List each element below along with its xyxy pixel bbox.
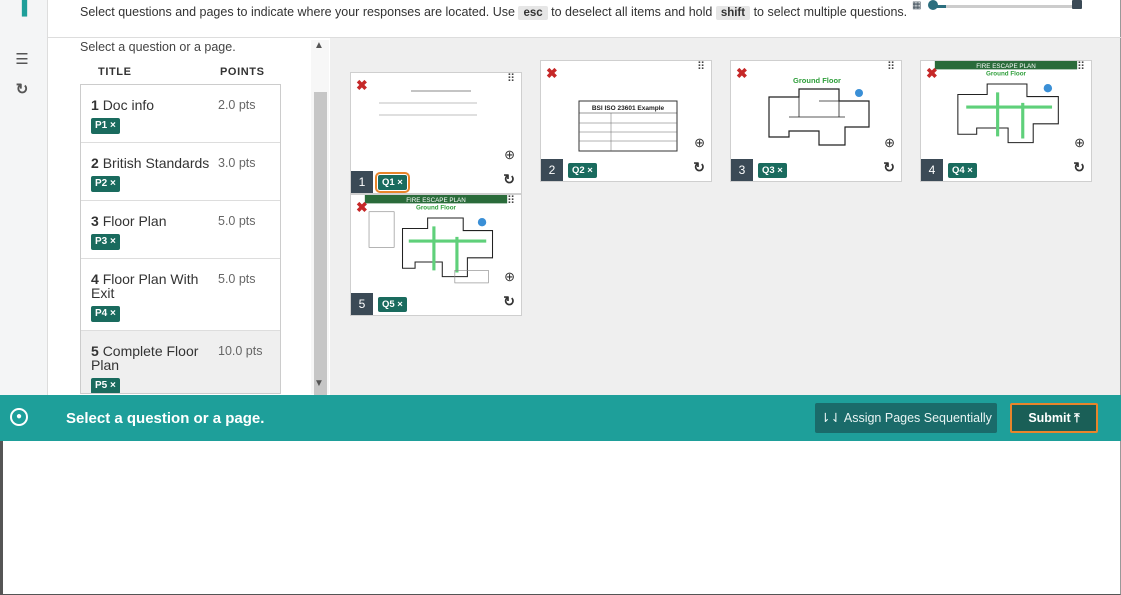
question-title: Complete Floor Plan bbox=[91, 343, 199, 373]
question-title: Floor Plan With Exit bbox=[91, 271, 199, 301]
drag-handle-icon[interactable]: ⠿ bbox=[1077, 62, 1086, 73]
question-tag[interactable]: Q4 × bbox=[948, 163, 977, 178]
page-number: 4 bbox=[921, 159, 943, 181]
page-card[interactable]: FIRE ESCAPE PLAN Ground Floor ✖ ⠿ ⊕ ↻ 4 … bbox=[920, 60, 1092, 182]
remove-page-icon[interactable]: ✖ bbox=[356, 199, 368, 216]
left-rail: ▐ ☰ ↻ bbox=[0, 0, 48, 395]
status-bar: ● Select a question or a page. ⇂⇃ Assign… bbox=[0, 395, 1121, 441]
scroll-down-icon[interactable]: ▼ bbox=[314, 378, 324, 389]
question-title: Doc info bbox=[102, 97, 155, 113]
rotate-icon[interactable]: ↻ bbox=[693, 159, 705, 176]
large-view-icon[interactable] bbox=[1072, 0, 1082, 9]
floor-plan-thumbnail: FIRE ESCAPE PLAN Ground Floor bbox=[364, 195, 508, 284]
zoom-in-icon[interactable]: ⊕ bbox=[694, 135, 705, 151]
floor-plan-thumbnail: Ground Floor bbox=[768, 76, 870, 146]
question-list: 1 Doc info 2.0 pts P1 × 2 British Standa… bbox=[80, 84, 281, 394]
page-number: 1 bbox=[351, 171, 373, 193]
plan-title: Ground Floor bbox=[986, 71, 1027, 78]
page-card[interactable]: BSI ISO 23601 Example ✖ ⠿ ⊕ ↻ 2 Q2 × bbox=[540, 60, 712, 182]
question-tag[interactable]: Q2 × bbox=[568, 163, 597, 178]
page-tag[interactable]: P3 × bbox=[91, 234, 120, 250]
remove-page-icon[interactable]: ✖ bbox=[546, 65, 558, 82]
remove-page-icon[interactable]: ✖ bbox=[736, 65, 748, 82]
question-item[interactable]: 1 Doc info 2.0 pts P1 × bbox=[81, 85, 280, 143]
rotate-icon[interactable]: ↻ bbox=[503, 171, 515, 188]
user-icon[interactable]: ● bbox=[10, 408, 28, 426]
question-points: 2.0 pts bbox=[218, 98, 256, 112]
question-item[interactable]: 2 British Standards 3.0 pts P2 × bbox=[81, 143, 280, 201]
drag-handle-icon[interactable]: ⠿ bbox=[507, 196, 516, 207]
question-points: 10.0 pts bbox=[218, 344, 263, 358]
zoom-in-icon[interactable]: ⊕ bbox=[884, 135, 895, 151]
page-number: 3 bbox=[731, 159, 753, 181]
page-card[interactable]: FIRE ESCAPE PLAN Ground Floor ✖ ⠿ ⊕ ↻ 5 … bbox=[350, 194, 522, 316]
page-tag[interactable]: P1 × bbox=[91, 118, 120, 134]
page-card[interactable]: Ground Floor ✖ ⠿ ⊕ ↻ 3 Q3 × bbox=[730, 60, 902, 182]
page-tag[interactable]: P2 × bbox=[91, 176, 120, 192]
page-number: 2 bbox=[541, 159, 563, 181]
zoom-slider[interactable]: ▦ bbox=[912, 0, 1082, 14]
plan-banner: FIRE ESCAPE PLAN bbox=[976, 63, 1036, 70]
zoom-in-icon[interactable]: ⊕ bbox=[504, 269, 515, 285]
question-points: 3.0 pts bbox=[218, 156, 256, 170]
plan-title: Ground Floor bbox=[793, 76, 841, 85]
status-message: Select a question or a page. bbox=[66, 410, 265, 427]
col-points: POINTS bbox=[220, 66, 265, 78]
question-item-selected[interactable]: 5 Complete Floor Plan 10.0 pts P5 × bbox=[81, 331, 280, 393]
zoom-knob[interactable] bbox=[928, 0, 938, 10]
drag-handle-icon[interactable]: ⠿ bbox=[507, 74, 516, 85]
question-item[interactable]: 4 Floor Plan With Exit 5.0 pts P4 × bbox=[81, 259, 280, 331]
question-points: 5.0 pts bbox=[218, 214, 256, 228]
question-tag[interactable]: Q5 × bbox=[378, 297, 407, 312]
remove-page-icon[interactable]: ✖ bbox=[356, 77, 368, 94]
page-thumbnail: BSI ISO 23601 Example bbox=[578, 100, 678, 152]
drag-handle-icon[interactable]: ⠿ bbox=[887, 62, 896, 73]
rotate-icon[interactable]: ↻ bbox=[883, 159, 895, 176]
plan-banner: FIRE ESCAPE PLAN bbox=[406, 197, 466, 204]
question-hint: Select a question or a page. bbox=[80, 40, 236, 54]
scroll-thumb[interactable] bbox=[314, 92, 327, 400]
question-scrollbar[interactable]: ▲ ▼ bbox=[311, 40, 329, 400]
question-item[interactable]: 3 Floor Plan 5.0 pts P3 × bbox=[81, 201, 280, 259]
zoom-track[interactable] bbox=[934, 5, 1079, 8]
rotate-icon[interactable]: ↻ bbox=[503, 293, 515, 310]
question-points: 5.0 pts bbox=[218, 272, 256, 286]
shift-key: shift bbox=[715, 6, 751, 20]
page-number: 5 bbox=[351, 293, 373, 315]
floor-plan-thumbnail: FIRE ESCAPE PLAN Ground Floor bbox=[934, 61, 1078, 144]
question-tag[interactable]: Q3 × bbox=[758, 163, 787, 178]
submit-button[interactable]: Submit ⤒ bbox=[1010, 403, 1098, 433]
doc-title: BSI ISO 23601 Example bbox=[592, 105, 665, 112]
grid-icon: ▦ bbox=[912, 0, 922, 11]
question-title: British Standards bbox=[102, 155, 210, 171]
col-title: TITLE bbox=[98, 66, 132, 78]
remove-page-icon[interactable]: ✖ bbox=[926, 65, 938, 82]
sort-icon: ⇂⇃ bbox=[820, 411, 842, 425]
page-card[interactable]: ✖ ⠿ ⊕ ↻ 1 Q1 × bbox=[350, 72, 522, 194]
question-title: Floor Plan bbox=[102, 213, 167, 229]
assign-pages-button[interactable]: ⇂⇃ Assign Pages Sequentially bbox=[815, 403, 997, 433]
instruction-text: Select questions and pages to indicate w… bbox=[80, 5, 908, 20]
pages-area: ✖ ⠿ ⊕ ↻ 1 Q1 × BSI ISO 23601 Example ✖ ⠿… bbox=[330, 38, 1120, 395]
drag-handle-icon[interactable]: ⠿ bbox=[697, 62, 706, 73]
zoom-in-icon[interactable]: ⊕ bbox=[504, 147, 515, 163]
page-tag[interactable]: P4 × bbox=[91, 306, 120, 322]
list-icon[interactable]: ☰ bbox=[14, 52, 30, 68]
page-tag[interactable]: P5 × bbox=[91, 378, 120, 393]
question-tag[interactable]: Q1 × bbox=[375, 172, 410, 193]
upload-icon: ⤒ bbox=[1074, 411, 1080, 425]
bar-chart-icon[interactable]: ▐ bbox=[14, 0, 30, 16]
refresh-icon[interactable]: ↻ bbox=[14, 82, 30, 98]
rotate-icon[interactable]: ↻ bbox=[1073, 159, 1085, 176]
scroll-up-icon[interactable]: ▲ bbox=[314, 40, 324, 51]
plan-title: Ground Floor bbox=[416, 205, 457, 212]
page-thumbnail bbox=[379, 90, 477, 116]
esc-key: esc bbox=[518, 6, 548, 20]
zoom-in-icon[interactable]: ⊕ bbox=[1074, 135, 1085, 151]
